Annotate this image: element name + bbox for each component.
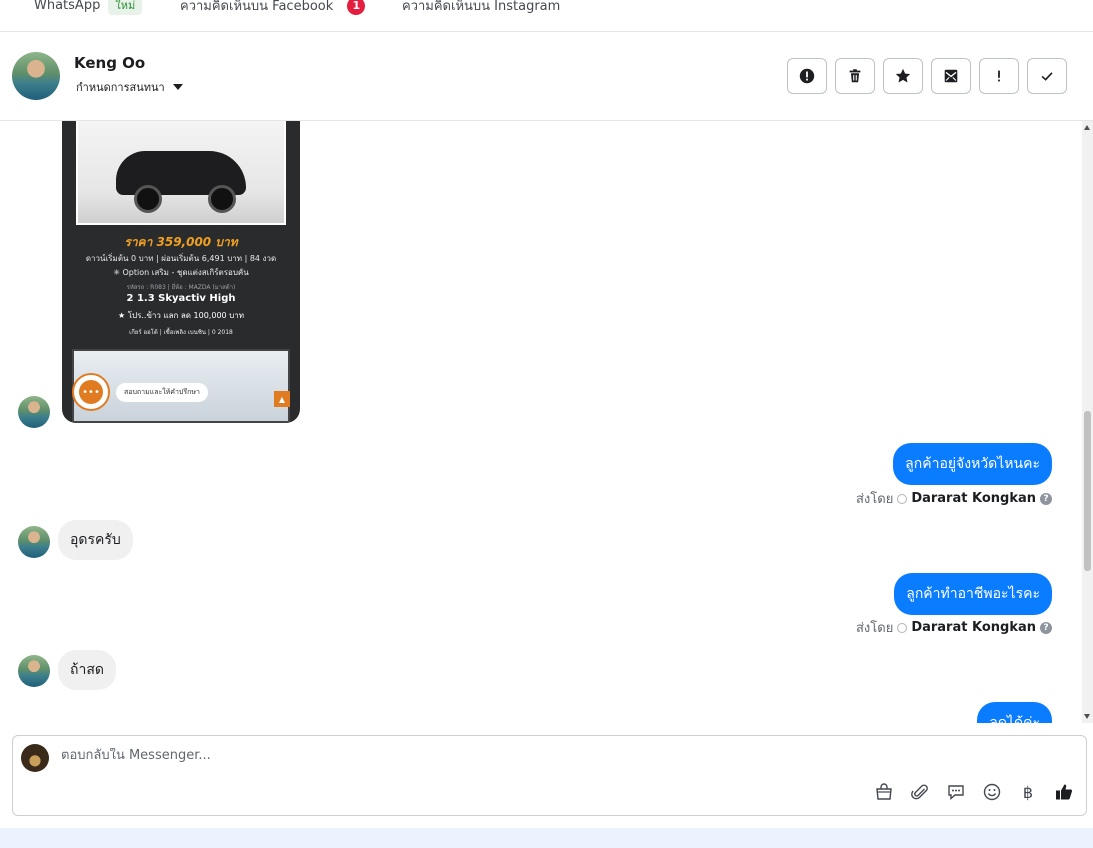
star-icon: [895, 68, 911, 83]
contact-avatar[interactable]: [18, 526, 50, 558]
help-icon[interactable]: ?: [1040, 621, 1052, 634]
delete-button[interactable]: [835, 58, 875, 94]
car-model: 2 1.3 Skyactiv High: [126, 293, 236, 304]
sent-by-label: ส่งโดย: [855, 492, 894, 507]
like-button[interactable]: [1054, 782, 1074, 802]
reply-composer: ฿: [12, 735, 1087, 816]
tab-instagram-comments[interactable]: ความคิดเห็นบน Instagram: [402, 0, 560, 16]
payment-button[interactable]: ฿: [1018, 782, 1038, 802]
car-photo: [76, 121, 286, 225]
page-avatar: [21, 744, 49, 772]
channel-tabs: WhatsApp ใหม่ ความคิดเห็นบน Facebook 1 ค…: [0, 0, 1093, 32]
emoji-button[interactable]: [982, 782, 1002, 802]
exclamation-icon: [998, 70, 1000, 82]
page-icon: [897, 493, 908, 504]
chat-bubble-icon: •••: [72, 373, 110, 411]
tab-label: WhatsApp: [34, 0, 101, 13]
incoming-message[interactable]: อุดรครับ: [58, 520, 133, 560]
scroll-top-icon: ▲: [274, 391, 290, 407]
option-text: ✳ Option เสริม - ชุดแต่งสเกิร์ตรอบคัน: [113, 268, 249, 277]
mark-done-button[interactable]: [1027, 58, 1067, 94]
sent-by-label: ส่งโดย: [855, 621, 894, 636]
message-thread[interactable]: ราคา 359,000 บาท ดาวน์เริ่มต้น 0 บาท | ผ…: [0, 121, 1082, 723]
scroll-thumb[interactable]: [1084, 411, 1091, 571]
help-icon[interactable]: ?: [1040, 492, 1052, 505]
outgoing-message[interactable]: ลดได้ค่ะ: [977, 702, 1052, 723]
contact-avatar[interactable]: [12, 52, 60, 100]
bottom-strip: [0, 828, 1093, 848]
page-icon: [897, 622, 908, 633]
report-spam-button[interactable]: [787, 58, 827, 94]
envelope-icon: [944, 69, 958, 83]
attach-file-button[interactable]: [910, 782, 930, 802]
shopping-bag-button[interactable]: [874, 782, 894, 802]
contact-avatar[interactable]: [18, 655, 50, 687]
assign-label: กำหนดการสนทนา: [76, 81, 165, 94]
stock-info-text: รหัสรถ : R083 | ยี่ห้อ : MAZDA (มาสด้า): [126, 284, 236, 291]
mark-unread-button[interactable]: [931, 58, 971, 94]
action-toolbar: [787, 58, 1067, 94]
scroll-down-arrow-icon[interactable]: [1084, 714, 1090, 719]
check-icon: [1041, 72, 1053, 81]
contact-name[interactable]: Keng Oo: [74, 54, 145, 72]
reply-input[interactable]: [61, 748, 961, 763]
image-attachment[interactable]: ราคา 359,000 บาท ดาวน์เริ่มต้น 0 บาท | ผ…: [62, 121, 300, 423]
car-price: ราคา 359,000 บาท: [124, 235, 238, 249]
new-badge: ใหม่: [108, 0, 143, 15]
sender-name[interactable]: Dararat Kongkan: [911, 620, 1036, 635]
composer-tools: ฿: [874, 782, 1074, 802]
sent-by-info: ส่งโดย Dararat Kongkan ?: [856, 488, 1052, 509]
down-payment-text: ดาวน์เริ่มต้น 0 บาท | ผ่อนเริ่มต้น 6,491…: [85, 254, 277, 263]
tab-whatsapp[interactable]: WhatsApp ใหม่: [34, 0, 143, 15]
conversation-header: Keng Oo กำหนดการสนทนา: [0, 32, 1093, 121]
star-button[interactable]: [883, 58, 923, 94]
baht-icon: ฿: [1022, 782, 1034, 802]
contact-avatar[interactable]: [18, 396, 50, 428]
outgoing-message[interactable]: ลูกค้าอยู่จังหวัดไหนคะ: [893, 443, 1052, 485]
tab-label: ความคิดเห็นบน Facebook: [180, 0, 334, 14]
emoji-icon: [983, 783, 1001, 801]
notification-count-badge: 1: [347, 0, 366, 15]
saved-replies-button[interactable]: [946, 782, 966, 802]
tab-label: ความคิดเห็นบน Instagram: [402, 0, 561, 14]
outgoing-message[interactable]: ลูกค้าทำอาชีพอะไรคะ: [894, 573, 1052, 615]
caret-down-icon: [172, 84, 183, 90]
sent-by-info: ส่งโดย Dararat Kongkan ?: [856, 617, 1052, 638]
promo-text: ★ โปร..ข้าว แลก ลด 100,000 บาท: [117, 311, 245, 320]
specs-text: เกียร์ ออโต้ | เชื้อเพลิง เบนซิน | 0 201…: [129, 329, 233, 336]
thumbs-up-icon: [1056, 784, 1073, 800]
follow-up-button[interactable]: [979, 58, 1019, 94]
paperclip-icon: [911, 784, 928, 800]
consult-label: สอบถามและให้คำปรึกษา: [116, 383, 208, 402]
tab-facebook-comments[interactable]: ความคิดเห็นบน Facebook 1: [180, 0, 366, 16]
scroll-up-arrow-icon[interactable]: [1084, 125, 1090, 130]
assign-conversation-dropdown[interactable]: กำหนดการสนทนา: [76, 78, 183, 96]
trash-icon: [849, 69, 861, 83]
saved-reply-icon: [948, 785, 964, 801]
incoming-message[interactable]: ถ้าสด: [58, 650, 116, 690]
sender-name[interactable]: Dararat Kongkan: [911, 491, 1036, 506]
thread-scrollbar[interactable]: [1082, 121, 1093, 723]
shopping-bag-icon: [876, 783, 892, 800]
alert-circle-icon: [799, 68, 815, 84]
